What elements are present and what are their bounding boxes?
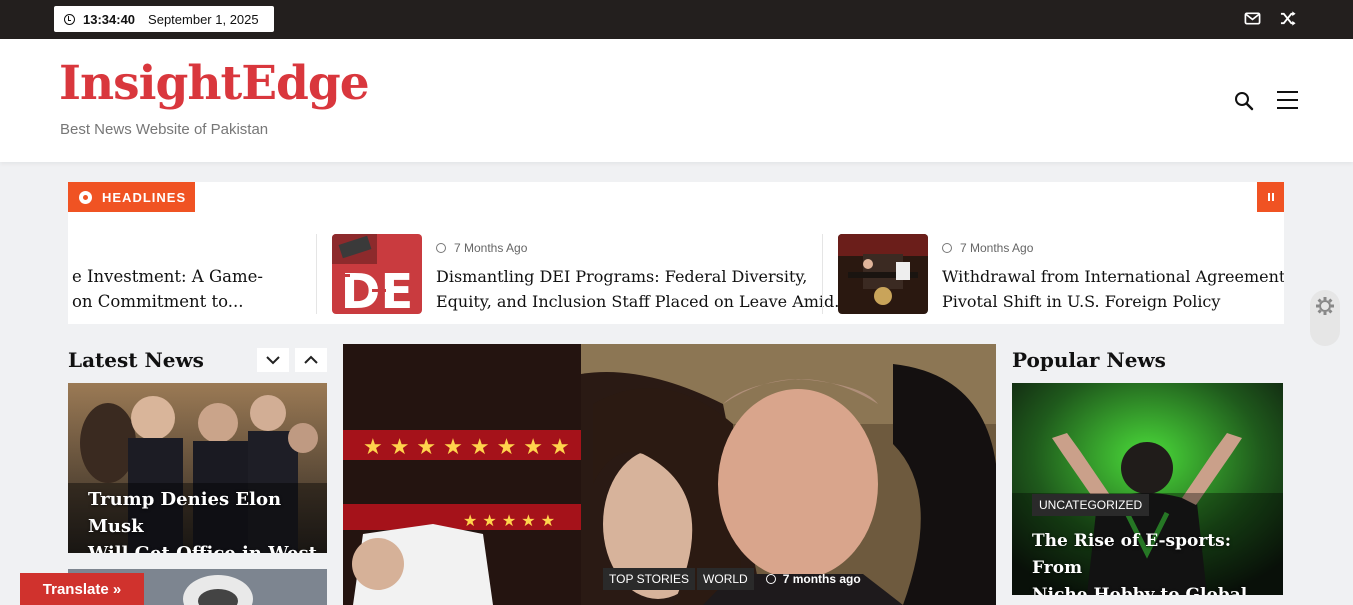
featured-meta: TOP STORIES WORLD 7 months ago bbox=[603, 568, 861, 590]
clock-icon bbox=[765, 574, 776, 584]
featured-story-image: ★ ★ ★ ★ ★ ★ ★ ★ ★ ★ ★ ★ ★ bbox=[343, 344, 996, 605]
translate-button[interactable]: Translate » bbox=[20, 573, 144, 605]
headline-item[interactable]: 7 Months Ago Withdrawal from Internation… bbox=[838, 234, 1284, 314]
popular-news-card[interactable]: UNCATEGORIZED The Rise of E-sports: From… bbox=[1012, 383, 1283, 595]
svg-text:★ ★ ★ ★ ★: ★ ★ ★ ★ ★ bbox=[463, 511, 555, 530]
site-logo[interactable]: InsightEdge bbox=[59, 56, 370, 111]
chevron-down-icon bbox=[266, 356, 280, 365]
site-tagline: Best News Website of Pakistan bbox=[60, 121, 269, 138]
mail-icon[interactable] bbox=[1244, 10, 1261, 27]
scroll-up-button[interactable] bbox=[295, 348, 327, 372]
current-date: September 1, 2025 bbox=[148, 11, 259, 27]
category-badge[interactable]: UNCATEGORIZED bbox=[1032, 494, 1150, 516]
headline-meta: 7 Months Ago bbox=[942, 241, 1033, 255]
current-time: 13:34:40 bbox=[83, 11, 136, 27]
latest-news-card-title[interactable]: Trump Denies Elon Musk Will Get Office i… bbox=[88, 486, 327, 553]
popular-news-title: Popular News bbox=[1012, 348, 1166, 372]
headline-item[interactable]: e Investment: A Game- on Commitment to..… bbox=[68, 234, 308, 314]
latest-news-title: Latest News bbox=[68, 348, 204, 372]
headline-title[interactable]: Withdrawal from International Agreements… bbox=[942, 264, 1284, 314]
headlines-badge: HEADLINES bbox=[68, 182, 195, 212]
headline-thumbnail[interactable] bbox=[838, 234, 928, 314]
scroll-down-button[interactable] bbox=[257, 348, 289, 372]
headlines-label: HEADLINES bbox=[102, 189, 187, 205]
pause-button[interactable] bbox=[1257, 182, 1284, 212]
site-header: InsightEdge Best News Website of Pakista… bbox=[0, 39, 1353, 162]
shuffle-icon[interactable] bbox=[1280, 10, 1297, 27]
headline-title[interactable]: Dismantling DEI Programs: Federal Divers… bbox=[436, 264, 850, 314]
popular-news-card-title[interactable]: The Rise of E-sports: From Niche Hobby t… bbox=[1032, 528, 1283, 595]
clock-icon bbox=[942, 243, 952, 253]
svg-text:★ ★ ★ ★ ★ ★ ★ ★: ★ ★ ★ ★ ★ ★ ★ ★ bbox=[363, 435, 570, 460]
featured-time: 7 months ago bbox=[782, 572, 861, 586]
headline-item[interactable]: DE 7 Months Ago Dismantling DEI Programs… bbox=[332, 234, 850, 314]
search-icon[interactable] bbox=[1234, 91, 1254, 111]
record-icon bbox=[79, 190, 92, 204]
date-time-display: 13:34:40 September 1, 2025 bbox=[54, 6, 274, 32]
headline-meta: 7 Months Ago bbox=[436, 241, 527, 255]
headlines-ticker: HEADLINES e Investment: A Game- on Commi… bbox=[68, 182, 1284, 324]
clock-icon bbox=[436, 243, 446, 253]
hamburger-menu-icon[interactable] bbox=[1277, 91, 1298, 109]
top-bar: 13:34:40 September 1, 2025 bbox=[0, 0, 1353, 39]
settings-tab[interactable] bbox=[1310, 290, 1340, 346]
tag-world[interactable]: WORLD bbox=[697, 568, 754, 590]
gear-icon bbox=[1316, 297, 1334, 315]
latest-news-card[interactable]: Trump Denies Elon Musk Will Get Office i… bbox=[68, 383, 327, 553]
featured-story[interactable]: ★ ★ ★ ★ ★ ★ ★ ★ ★ ★ ★ ★ ★ TOP STORIES WO… bbox=[343, 344, 996, 605]
headline-thumbnail[interactable]: DE bbox=[332, 234, 422, 314]
headline-title[interactable]: e Investment: A Game- on Commitment to..… bbox=[72, 264, 263, 314]
chevron-up-icon bbox=[304, 355, 318, 364]
clock-icon bbox=[64, 13, 75, 25]
tag-top-stories[interactable]: TOP STORIES bbox=[603, 568, 696, 590]
